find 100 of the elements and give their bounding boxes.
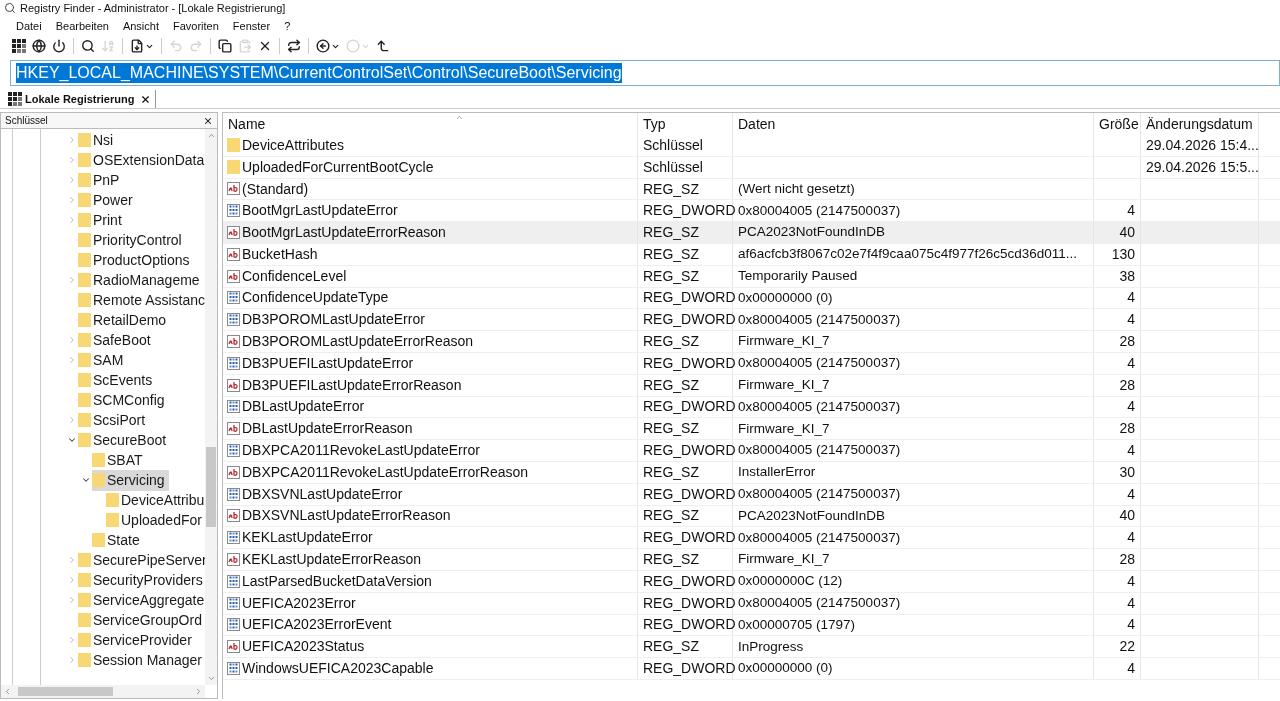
expand-chevron-icon[interactable]: [67, 175, 77, 185]
table-row[interactable]: UEFICA2023Status REG_SZ InProgress 22: [223, 636, 1280, 659]
expand-chevron-icon[interactable]: [67, 155, 77, 165]
table-row[interactable]: DBXSVNLastUpdateErrorReason REG_SZ PCA2023NotFoundInDB 40: [223, 505, 1280, 528]
menu-item[interactable]: Favoriten: [173, 17, 219, 35]
expand-chevron-icon[interactable]: [67, 135, 77, 145]
column-header[interactable]: Größe: [1094, 113, 1141, 135]
expand-chevron-icon[interactable]: [67, 655, 77, 665]
expand-chevron-icon[interactable]: [67, 275, 77, 285]
tree-item[interactable]: SAM: [78, 349, 128, 371]
table-row[interactable]: KEKLastUpdateErrorReason REG_SZ Firmware_KI_7 28: [223, 549, 1280, 571]
tree-item[interactable]: ScEvents: [78, 369, 157, 391]
tree-item[interactable]: PnP: [78, 169, 124, 191]
toolbar-button[interactable]: [31, 39, 47, 53]
tree-item[interactable]: RadioManageme: [78, 269, 204, 291]
expand-chevron-icon[interactable]: [67, 195, 77, 205]
tree-item[interactable]: Power: [78, 189, 137, 211]
table-row[interactable]: UploadedForCurrentBootCycle Schlüssel 29.04.2026 15:5...: [223, 156, 1280, 179]
table-row[interactable]: LastParsedBucketDataVersion REG_DWORD 0x0000000C (12) 4: [223, 570, 1280, 593]
toolbar-button[interactable]: [217, 39, 233, 53]
tree-item[interactable]: ServiceGroupOrd: [78, 609, 205, 631]
column-header[interactable]: Typ: [638, 113, 733, 135]
toolbar-button[interactable]: [315, 39, 341, 53]
tree-item[interactable]: Servicing: [92, 469, 169, 491]
expand-chevron-icon[interactable]: [67, 575, 77, 585]
table-row[interactable]: UEFICA2023Error REG_DWORD 0x80004005 (2147500037) 4: [223, 592, 1280, 615]
table-row[interactable]: DB3POROMLastUpdateErrorReason REG_SZ Firmware_KI_7 28: [223, 331, 1280, 353]
table-row[interactable]: DBLastUpdateErrorReason REG_SZ Firmware_KI_7 28: [223, 418, 1280, 441]
table-row[interactable]: ConfidenceLevel REG_SZ Temporarily Paused 38: [223, 265, 1280, 288]
table-row[interactable]: UEFICA2023ErrorEvent REG_DWORD 0x00000705 (1797) 4: [223, 614, 1280, 637]
table-row[interactable]: DBLastUpdateError REG_DWORD 0x80004005 (2147500037) 4: [223, 396, 1280, 419]
table-row[interactable]: BootMgrLastUpdateErrorReason REG_SZ PCA2023NotFoundInDB 40: [223, 222, 1280, 244]
scroll-thumb[interactable]: [18, 687, 113, 696]
tree-item[interactable]: SecureBoot: [78, 429, 171, 451]
expand-chevron-icon[interactable]: [67, 595, 77, 605]
table-row[interactable]: DBXPCA2011RevokeLastUpdateError REG_DWORD 0x80004005 (2147500037) 4: [223, 440, 1280, 462]
menu-item[interactable]: Datei: [16, 17, 42, 35]
toolbar-button[interactable]: [375, 39, 391, 53]
menu-item[interactable]: Ansicht: [122, 17, 159, 35]
scroll-down-icon[interactable]: [206, 674, 216, 683]
expand-chevron-icon[interactable]: [67, 335, 77, 345]
tree-item[interactable]: ServiceProvider: [78, 629, 196, 651]
tree-item[interactable]: UploadedFor: [106, 509, 205, 531]
tree-item[interactable]: SCMConfig: [78, 389, 169, 411]
name-cell-text: BucketHash: [242, 244, 318, 264]
folder-icon: [78, 373, 91, 387]
table-row[interactable]: DB3PUEFILastUpdateErrorReason REG_SZ Firmware_KI_7 28: [223, 374, 1280, 397]
collapse-chevron-icon[interactable]: [81, 475, 91, 485]
table-row[interactable]: (Standard) REG_SZ (Wert nicht gesetzt): [223, 178, 1280, 201]
toolbar-button[interactable]: [286, 39, 302, 53]
table-row[interactable]: WindowsUEFICA2023Capable REG_DWORD 0x00000000 (0) 4: [223, 658, 1280, 680]
table-row[interactable]: KEKLastUpdateError REG_DWORD 0x80004005 (2147500037) 4: [223, 527, 1280, 550]
tree-item[interactable]: Nsi: [78, 129, 118, 151]
table-row[interactable]: DBXPCA2011RevokeLastUpdateErrorReason REG_SZ InstallerError 30: [223, 461, 1280, 484]
close-icon[interactable]: [203, 115, 213, 126]
toolbar-button[interactable]: [80, 39, 96, 53]
column-header[interactable]: Daten: [733, 113, 1094, 135]
toolbar-button[interactable]: [129, 39, 155, 53]
address-field[interactable]: HKEY_LOCAL_MACHINE\SYSTEM\CurrentControlSet\Control\SecureBoot\Servicing: [10, 60, 1280, 86]
scroll-up-icon[interactable]: [206, 131, 216, 140]
tree-item[interactable]: ServiceAggregate: [78, 589, 205, 611]
tree-item[interactable]: DeviceAttribu: [106, 489, 205, 511]
menu-item[interactable]: Bearbeiten: [55, 17, 109, 35]
table-row[interactable]: DeviceAttributes Schlüssel 29.04.2026 15:4...: [223, 135, 1280, 157]
toolbar-button[interactable]: [11, 39, 27, 53]
tree-item[interactable]: Session Manager: [78, 649, 205, 671]
column-header[interactable]: Name: [223, 113, 638, 135]
toolbar-button[interactable]: [51, 39, 67, 53]
tree-item[interactable]: PriorityControl: [78, 229, 186, 251]
table-row[interactable]: ConfidenceUpdateType REG_DWORD 0x00000000 (0) 4: [223, 287, 1280, 310]
scroll-right-icon[interactable]: [194, 687, 203, 696]
column-header[interactable]: Änderungsdatum: [1141, 113, 1259, 135]
tree-item[interactable]: SBAT: [92, 449, 147, 471]
tree-item[interactable]: Print: [78, 209, 126, 231]
horizontal-scrollbar[interactable]: [1, 685, 205, 698]
close-icon[interactable]: [140, 93, 152, 105]
tree-item[interactable]: ScsiPort: [78, 409, 150, 431]
tree-item[interactable]: Remote Assistanc: [78, 289, 205, 311]
tree-item[interactable]: ProductOptions: [78, 249, 194, 271]
table-row[interactable]: BucketHash REG_SZ af6acfcb3f8067c02e7f4f9caa075c4f977f26c5cd36d011... 130: [223, 244, 1280, 266]
table-row[interactable]: DBXSVNLastUpdateError REG_DWORD 0x80004005 (2147500037) 4: [223, 483, 1280, 506]
scroll-left-icon[interactable]: [3, 687, 12, 696]
vertical-scrollbar[interactable]: [205, 129, 217, 685]
expand-chevron-icon[interactable]: [67, 355, 77, 365]
expand-chevron-icon[interactable]: [67, 415, 77, 425]
expand-chevron-icon[interactable]: [67, 215, 77, 225]
scroll-thumb[interactable]: [206, 447, 216, 527]
table-row[interactable]: DB3POROMLastUpdateError REG_DWORD 0x80004005 (2147500037) 4: [223, 309, 1280, 332]
folder-icon: [78, 193, 91, 207]
expand-chevron-icon[interactable]: [67, 635, 77, 645]
menu-item[interactable]: ?: [284, 17, 291, 35]
expand-chevron-icon[interactable]: [67, 555, 77, 565]
table-row[interactable]: DB3PUEFILastUpdateError REG_DWORD 0x80004005 (2147500037) 4: [223, 352, 1280, 375]
tree-item[interactable]: OSExtensionData: [78, 149, 205, 171]
tree-item[interactable]: SafeBoot: [78, 329, 155, 351]
tree-item[interactable]: State: [92, 529, 144, 551]
tree-item[interactable]: SecurityProviders: [78, 569, 205, 591]
menu-item[interactable]: Fenster: [232, 17, 271, 35]
collapse-chevron-icon[interactable]: [67, 435, 77, 445]
tree-item[interactable]: RetailDemo: [78, 309, 171, 331]
